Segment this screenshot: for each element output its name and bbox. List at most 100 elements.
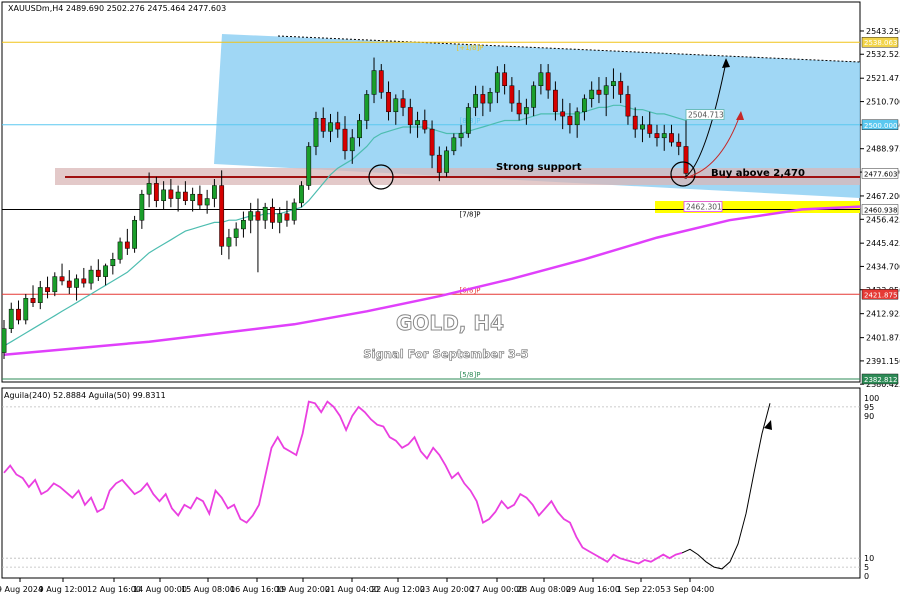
price-tick-label: 2456.425 bbox=[866, 215, 900, 224]
candle-body bbox=[567, 115, 573, 126]
time-tick-label: 27 Aug 00:00 bbox=[470, 585, 524, 594]
oscillator-tick-label: 0 bbox=[864, 572, 869, 581]
candle-body bbox=[574, 111, 580, 126]
candle-body bbox=[654, 133, 660, 139]
candle-body bbox=[407, 107, 413, 126]
candle-body bbox=[596, 89, 602, 95]
candle-body bbox=[516, 102, 522, 115]
candle-body bbox=[436, 154, 442, 173]
time-tick-label: 14 Aug 00:00 bbox=[133, 585, 187, 594]
candle-body bbox=[255, 211, 261, 221]
candle-body bbox=[494, 72, 500, 93]
candle-body bbox=[182, 191, 188, 201]
candle-body bbox=[560, 111, 566, 117]
ma-label-text: 2504.713 bbox=[688, 111, 724, 120]
candle-body bbox=[219, 185, 225, 247]
candle-body bbox=[538, 72, 544, 86]
candle-body bbox=[523, 107, 529, 115]
candle-body bbox=[241, 219, 246, 230]
candle-body bbox=[451, 137, 457, 152]
candle-body bbox=[553, 89, 558, 113]
oscillator-tick-label: 95 bbox=[864, 403, 874, 412]
candle-body bbox=[458, 133, 464, 139]
chart-title: GOLD, H4 bbox=[396, 311, 504, 335]
candle-body bbox=[161, 189, 167, 201]
price-tick-label: 2543.250 bbox=[866, 27, 900, 36]
candle-body bbox=[415, 120, 420, 126]
candle-body bbox=[233, 228, 239, 238]
time-tick-label: 1 Sep 22:05 bbox=[617, 585, 665, 594]
candle-body bbox=[502, 72, 508, 86]
time-tick-label: 29 Aug 16:00 bbox=[566, 585, 620, 594]
candle-body bbox=[625, 94, 631, 117]
candle-body bbox=[37, 287, 43, 303]
oscillator-tick-label: 10 bbox=[864, 554, 874, 563]
candle-body bbox=[640, 124, 645, 130]
candle-body bbox=[320, 118, 326, 132]
time-tick-label: 3 Sep 04:00 bbox=[666, 585, 714, 594]
price-tick-label: 2467.200 bbox=[866, 192, 900, 201]
candle-body bbox=[277, 213, 283, 223]
time-tick-label: 19 Aug 20:00 bbox=[276, 585, 330, 594]
candle-body bbox=[190, 193, 196, 201]
candle-body bbox=[66, 280, 72, 288]
price-tag-text: 2538.063 bbox=[864, 39, 897, 47]
price-tick-label: 2401.875 bbox=[866, 334, 900, 343]
candle-body bbox=[473, 94, 478, 108]
candle-body bbox=[8, 308, 14, 329]
candle-body bbox=[386, 92, 391, 113]
candle-body bbox=[168, 189, 174, 199]
time-tick-label: 22 Aug 12:00 bbox=[371, 585, 425, 594]
oscillator-label: Aguila(240) 52.8884 Aguila(50) 99.8311 bbox=[4, 391, 166, 400]
candle-body bbox=[335, 122, 341, 130]
candle-body bbox=[487, 92, 493, 104]
candle-body bbox=[661, 133, 667, 139]
price-tick-label: 2532.525 bbox=[866, 50, 900, 59]
candle-body bbox=[357, 120, 362, 139]
candle-body bbox=[117, 241, 123, 260]
time-tick-label: 15 Aug 08:00 bbox=[181, 585, 235, 594]
candle-body bbox=[299, 185, 304, 204]
time-tick-label: 28 Aug 08:00 bbox=[517, 585, 571, 594]
candle-body bbox=[611, 81, 616, 86]
candle-body bbox=[444, 150, 449, 173]
price-tick-label: 2445.425 bbox=[866, 239, 900, 248]
candle-body bbox=[400, 98, 406, 108]
candle-body bbox=[204, 198, 210, 206]
candle-body bbox=[212, 185, 217, 199]
price-tick-label: 2434.700 bbox=[866, 262, 900, 271]
price-tick-label: 2412.925 bbox=[866, 310, 900, 319]
candle-body bbox=[683, 146, 689, 174]
candle-body bbox=[291, 202, 297, 221]
candle-body bbox=[306, 146, 312, 186]
candle-body bbox=[342, 128, 348, 152]
candle-body bbox=[139, 193, 145, 221]
chart-canvas[interactable]: [+1/8]P[8/8]P[7/8]P[6/8]P[5/8]P Strong s… bbox=[0, 0, 900, 600]
ma-label-text: 2462.301 bbox=[686, 203, 722, 212]
candle-body bbox=[371, 70, 377, 95]
price-tick-label: 2510.700 bbox=[866, 98, 900, 107]
candle-body bbox=[603, 85, 609, 95]
price-tag-text: 2500.000 bbox=[864, 122, 897, 130]
candle-body bbox=[132, 219, 137, 249]
candle-body bbox=[59, 276, 65, 282]
candle-body bbox=[103, 265, 108, 277]
support-label: Strong support bbox=[496, 162, 582, 173]
time-tick-label: 9 Aug 12:00 bbox=[39, 585, 88, 594]
oscillator-tick-label: 90 bbox=[864, 412, 874, 421]
candle-body bbox=[226, 237, 232, 247]
price-tick-label: 2488.975 bbox=[866, 145, 900, 154]
candle-body bbox=[669, 133, 674, 143]
candle-body bbox=[378, 70, 384, 93]
candle-body bbox=[146, 183, 152, 195]
price-tag-text: 2382.812 bbox=[864, 376, 897, 384]
candle-body bbox=[328, 122, 333, 132]
candle-body bbox=[124, 241, 130, 249]
price-tag-text: 2460.938 bbox=[864, 207, 897, 215]
candle-body bbox=[197, 193, 203, 206]
murrey-label: [7/8]P bbox=[460, 211, 481, 219]
symbol-header: XAUUSDm,H4 2489.690 2502.276 2475.464 24… bbox=[8, 4, 226, 13]
candle-body bbox=[284, 213, 290, 221]
murrey-label: [5/8]P bbox=[460, 371, 481, 379]
candle-body bbox=[582, 98, 587, 113]
